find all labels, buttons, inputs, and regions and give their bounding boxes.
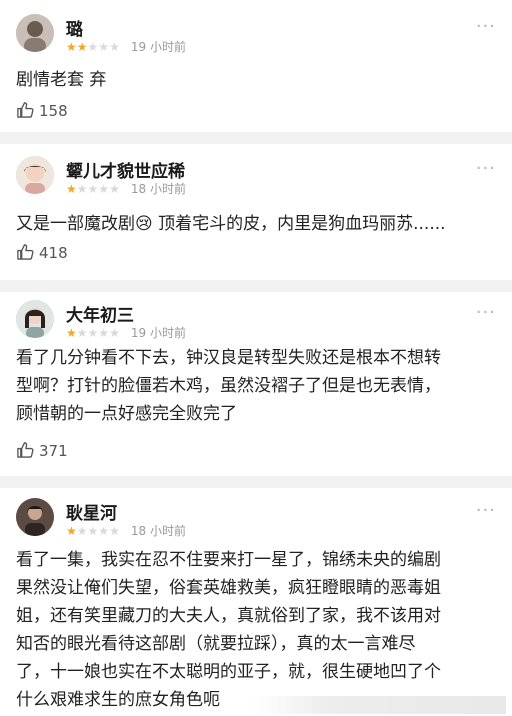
rating-row: ★★★★★ 18 小时前 (66, 182, 186, 196)
star-icon: ★ (87, 524, 99, 538)
avatar[interactable] (16, 498, 54, 536)
timestamp: 19 小时前 (130, 326, 187, 340)
thumbs-up-icon (17, 244, 34, 260)
like-button[interactable]: 418 (16, 242, 68, 262)
like-count: 158 (39, 102, 68, 120)
rating-row: ★★★★★ 19 小时前 (66, 326, 186, 340)
timestamp: 19 小时前 (130, 40, 187, 54)
review-text: 看了几分钟看不下去，钟汉良是转型失败还是根本不想转 型啊？打针的脸僵若木鸡，虽然… (16, 348, 441, 424)
watermark (252, 696, 506, 714)
more-options-icon[interactable]: ··· (476, 158, 496, 179)
timestamp: 18 小时前 (130, 524, 187, 538)
star-icon: ★ (87, 326, 99, 340)
review-text: 剧情老套 弃 (16, 70, 107, 90)
divider (0, 280, 512, 292)
star-icon: ★ (66, 40, 77, 54)
more-options-icon[interactable]: ··· (476, 16, 496, 37)
user-name[interactable]: 大年初三 (66, 301, 134, 326)
star-icon: ★ (76, 524, 88, 538)
review-text: 看了一集，我实在忍不住要来打一星了，锦绣未央的编剧 果然没让俺们失望，俗套英雄救… (16, 550, 441, 710)
star-icon: ★ (66, 326, 77, 340)
star-icon: ★ (109, 182, 120, 196)
rating-row: ★★★★★ 19 小时前 (66, 40, 186, 54)
star-icon: ★ (109, 326, 120, 340)
star-icon: ★ (109, 524, 120, 538)
like-button[interactable]: 158 (16, 100, 68, 120)
review-card: 璐 ★★★★★ 19 小时前 ··· 剧情老套 弃 158 (0, 14, 512, 132)
avatar[interactable] (16, 156, 54, 194)
star-icon: ★ (76, 40, 88, 54)
more-options-icon[interactable]: ··· (476, 302, 496, 323)
like-count: 418 (39, 244, 68, 262)
star-icon: ★ (76, 326, 88, 340)
more-options-icon[interactable]: ··· (476, 500, 496, 521)
star-icon: ★ (87, 182, 99, 196)
like-count: 371 (39, 442, 68, 460)
user-name[interactable]: 璐 (66, 15, 83, 40)
review-card: 颦儿才貌世应稀 ★★★★★ 18 小时前 ··· 又是一部魔改剧😢 顶着宅斗的皮… (0, 156, 512, 280)
user-name[interactable]: 颦儿才貌世应稀 (66, 157, 185, 182)
avatar[interactable] (16, 14, 54, 52)
star-icon: ★ (98, 182, 110, 196)
star-icon: ★ (66, 524, 77, 538)
star-icon: ★ (98, 326, 110, 340)
star-icon: ★ (109, 40, 120, 54)
like-button[interactable]: 371 (16, 440, 68, 460)
divider (0, 476, 512, 488)
star-icon: ★ (76, 182, 88, 196)
star-icon: ★ (66, 182, 77, 196)
star-icon: ★ (98, 524, 110, 538)
star-icon: ★ (98, 40, 110, 54)
thumbs-up-icon (17, 442, 34, 458)
thumbs-up-icon (17, 102, 34, 118)
review-card: 大年初三 ★★★★★ 19 小时前 ··· 看了几分钟看不下去，钟汉良是转型失败… (0, 300, 512, 480)
timestamp: 18 小时前 (130, 182, 187, 196)
divider (0, 132, 512, 144)
user-name[interactable]: 耿星河 (66, 499, 117, 524)
review-card: 耿星河 ★★★★★ 18 小时前 ··· 看了一集，我实在忍不住要来打一星了，锦… (0, 498, 512, 716)
review-text: 又是一部魔改剧😢 顶着宅斗的皮，内里是狗血玛丽苏...... (16, 214, 446, 234)
rating-row: ★★★★★ 18 小时前 (66, 524, 186, 538)
star-icon: ★ (87, 40, 99, 54)
avatar[interactable] (16, 300, 54, 338)
